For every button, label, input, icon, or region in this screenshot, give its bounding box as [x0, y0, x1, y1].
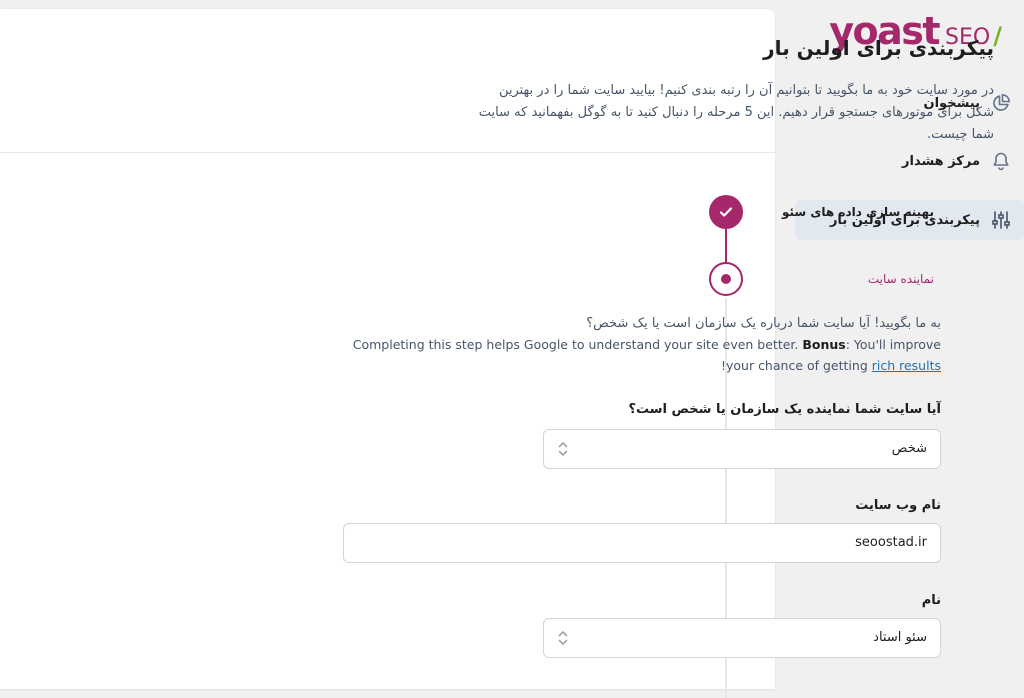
- help-text-bonus: Bonus: [802, 337, 846, 352]
- header-divider: [0, 152, 775, 153]
- name-select[interactable]: سئو استاد: [543, 618, 941, 658]
- step-2-active-indicator: [709, 262, 743, 296]
- organization-or-person-select[interactable]: شخص: [543, 429, 941, 469]
- website-name-input[interactable]: seoostad.ir: [343, 523, 941, 563]
- step-dot: [721, 274, 731, 284]
- select-value: سئو استاد: [873, 630, 927, 645]
- sliders-icon: [990, 209, 1012, 231]
- organization-or-person-label: آیا سایت شما نماینده یک سازمان یا شخص اس…: [628, 402, 941, 417]
- help-text-part: Completing this step helps Google to und…: [352, 337, 803, 352]
- bell-icon: [990, 150, 1012, 172]
- checkmark-icon: [719, 207, 733, 217]
- input-value: seoostad.ir: [855, 535, 927, 550]
- site-representation-help-text: Completing this step helps Google to und…: [341, 334, 941, 376]
- step-2-label: نماینده سایت: [867, 272, 934, 286]
- rich-results-link[interactable]: rich results: [872, 358, 941, 373]
- sidebar-item-alert-center[interactable]: مرکز هشدار: [795, 141, 1024, 181]
- chevron-up-down-icon: [558, 631, 568, 645]
- chevron-up-down-icon: [558, 442, 568, 456]
- step-1-label[interactable]: بهینه سازی داده های سئو: [782, 205, 934, 219]
- site-representation-intro: به ما بگویید! آیا سایت شما درباره یک ساز…: [586, 316, 941, 331]
- step-1-completed-indicator[interactable]: [709, 195, 743, 229]
- page-description: در مورد سایت خود به ما بگویید تا بتوانیم…: [478, 83, 994, 142]
- select-value: شخص: [891, 441, 927, 456]
- sidebar-item-label: مرکز هشدار: [902, 153, 980, 169]
- website-name-label: نام وب سایت: [855, 498, 941, 513]
- name-label: نام: [921, 593, 941, 608]
- logo-slash: /: [993, 22, 1002, 50]
- page-title: پیکربندی برای اولین بار: [763, 36, 994, 60]
